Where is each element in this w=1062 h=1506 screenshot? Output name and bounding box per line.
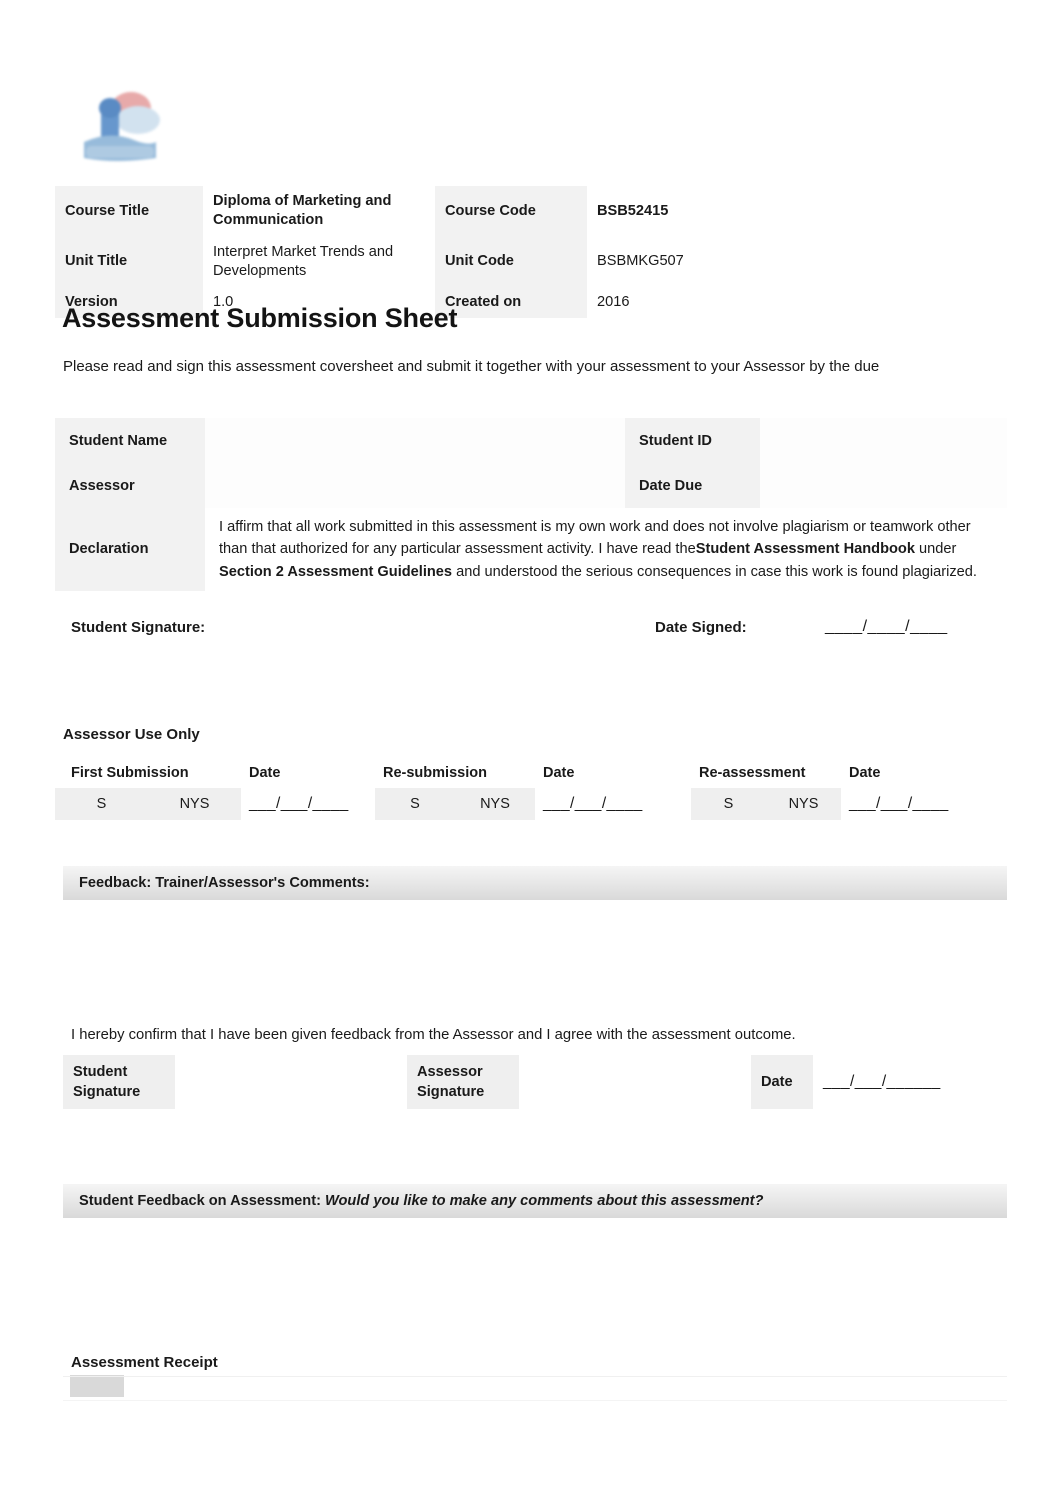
created-on-value: 2016	[597, 294, 630, 310]
table-row: Assessor Date Due	[55, 463, 1007, 508]
feedback-signature-table: Student Signature Assessor Signature Date …	[63, 1055, 1007, 1110]
assessor-label: Assessor	[55, 463, 205, 508]
first-submission-header: First Submission	[71, 765, 189, 781]
assessment-receipt-divider-2	[63, 1400, 1007, 1401]
table-row: Unit Title Interpret Market Trends and D…	[55, 236, 1007, 287]
student-signature-label: Student Signature:	[71, 618, 206, 636]
intro-paragraph: Please read and sign this assessment cov…	[63, 358, 880, 375]
unit-title-value: Interpret Market Trends and Developments	[213, 243, 394, 279]
re-assessment-header: Re-assessment	[699, 765, 806, 781]
declaration-label: Declaration	[55, 508, 205, 591]
student-feedback-block: Student Feedback on Assessment: Would yo…	[63, 1184, 1007, 1324]
re-submission-s-checkbox[interactable]: S	[375, 788, 455, 820]
student-name-label: Student Name	[55, 418, 205, 463]
course-title-label: Course Title	[55, 186, 203, 237]
student-feedback-textarea[interactable]	[63, 1218, 1007, 1324]
student-feedback-header-bold: Student Feedback on Assessment:	[79, 1193, 321, 1209]
student-feedback-header-italic: Would you like to make any comments abou…	[320, 1193, 764, 1209]
assessor-signature-label: Assessor Signature	[407, 1055, 519, 1110]
assessment-receipt-stub	[70, 1375, 124, 1397]
re-assessment-nys-checkbox[interactable]: NYS	[766, 788, 841, 820]
student-signature-field-2[interactable]	[175, 1055, 407, 1109]
first-submission-s-checkbox[interactable]: S	[55, 788, 148, 820]
trainer-feedback-block: Feedback: Trainer/Assessor's Comments:	[63, 866, 1007, 1018]
table-row: First Submission Date Re-submission Date…	[55, 758, 1007, 788]
assessor-signature-line-2: Signature	[417, 1084, 485, 1101]
logo-mark-icon	[84, 92, 160, 161]
re-assessment-s-checkbox[interactable]: S	[691, 788, 766, 820]
date-due-label: Date Due	[625, 463, 760, 508]
student-id-label: Student ID	[625, 418, 760, 463]
assessment-receipt-divider	[63, 1376, 1007, 1377]
unit-code-label: Unit Code	[435, 236, 587, 287]
feedback-date-field[interactable]: ___/___/______	[813, 1055, 1007, 1109]
assessor-signature-field[interactable]	[519, 1055, 751, 1109]
assessor-use-only-table: First Submission Date Re-submission Date…	[55, 758, 1007, 820]
course-title-value: Diploma of Marketing and Communication	[213, 193, 392, 229]
student-signature-row: Student Signature: Date Signed: ____/___…	[55, 618, 1007, 636]
re-submission-date-header: Date	[543, 765, 575, 781]
date-signed-label: Date Signed:	[655, 618, 747, 636]
student-signature-label-2: Student Signature	[63, 1055, 175, 1110]
date-due-field[interactable]	[760, 463, 1007, 508]
declaration-text: I affirm that all work submitted in this…	[205, 508, 1007, 591]
course-header-table: Course Title Diploma of Marketing and Co…	[55, 186, 1007, 319]
institution-logo	[68, 84, 172, 166]
date-signed-field[interactable]: ____/____/____	[825, 618, 948, 636]
page-title: Assessment Submission Sheet	[62, 303, 458, 333]
student-feedback-header: Student Feedback on Assessment: Would yo…	[63, 1184, 1007, 1218]
trainer-feedback-header: Feedback: Trainer/Assessor's Comments:	[63, 866, 1007, 900]
unit-code-value: BSBMKG507	[597, 253, 684, 270]
assessor-use-only-heading: Assessor Use Only	[63, 726, 200, 743]
table-row: Student Signature Assessor Signature Date …	[63, 1055, 1007, 1110]
student-signature-line-1: Student	[73, 1064, 128, 1080]
assessor-field[interactable]	[205, 463, 625, 508]
table-row: Student Name Student ID	[55, 418, 1007, 463]
re-submission-nys-checkbox[interactable]: NYS	[455, 788, 535, 820]
re-submission-date-field[interactable]: ___/___/____	[535, 788, 691, 820]
table-row: Course Title Diploma of Marketing and Co…	[55, 186, 1007, 237]
first-submission-nys-checkbox[interactable]: NYS	[148, 788, 241, 820]
declaration-bold-2: Section 2 Assessment Guidelines	[219, 563, 453, 580]
student-id-field[interactable]	[760, 418, 1007, 463]
assessment-receipt-heading: Assessment Receipt	[71, 1354, 218, 1371]
re-assessment-date-field[interactable]: ___/___/____	[841, 788, 1007, 820]
first-submission-date-field[interactable]: ___/___/____	[241, 788, 375, 820]
student-name-field[interactable]	[205, 418, 625, 463]
created-on-label: Created on	[435, 287, 587, 319]
re-assessment-date-header: Date	[849, 765, 881, 781]
document-page: Course Title Diploma of Marketing and Co…	[0, 0, 1062, 1506]
student-details-table: Student Name Student ID Assessor Date Du…	[55, 418, 1007, 591]
first-submission-date-header: Date	[249, 765, 281, 781]
re-submission-header: Re-submission	[383, 765, 487, 781]
table-row: Declaration I affirm that all work submi…	[55, 508, 1007, 591]
table-row: S NYS ___/___/____ S NYS ___/___/____ S …	[55, 788, 1007, 820]
assessor-signature-line-1: Assessor	[417, 1064, 483, 1080]
declaration-part-3: and understood the serious consequences …	[452, 563, 977, 580]
student-signature-line-2: Signature	[73, 1084, 141, 1101]
feedback-confirmation-text: I hereby confirm that I have been given …	[71, 1027, 796, 1043]
course-code-value: BSB52415	[597, 202, 669, 219]
trainer-feedback-textarea[interactable]	[63, 900, 1007, 1018]
declaration-bold-1: Student Assessment Handbook	[695, 541, 915, 558]
course-code-label: Course Code	[435, 186, 587, 237]
declaration-part-2: under	[914, 541, 957, 558]
unit-title-label: Unit Title	[55, 236, 203, 287]
feedback-date-label: Date	[751, 1055, 813, 1110]
